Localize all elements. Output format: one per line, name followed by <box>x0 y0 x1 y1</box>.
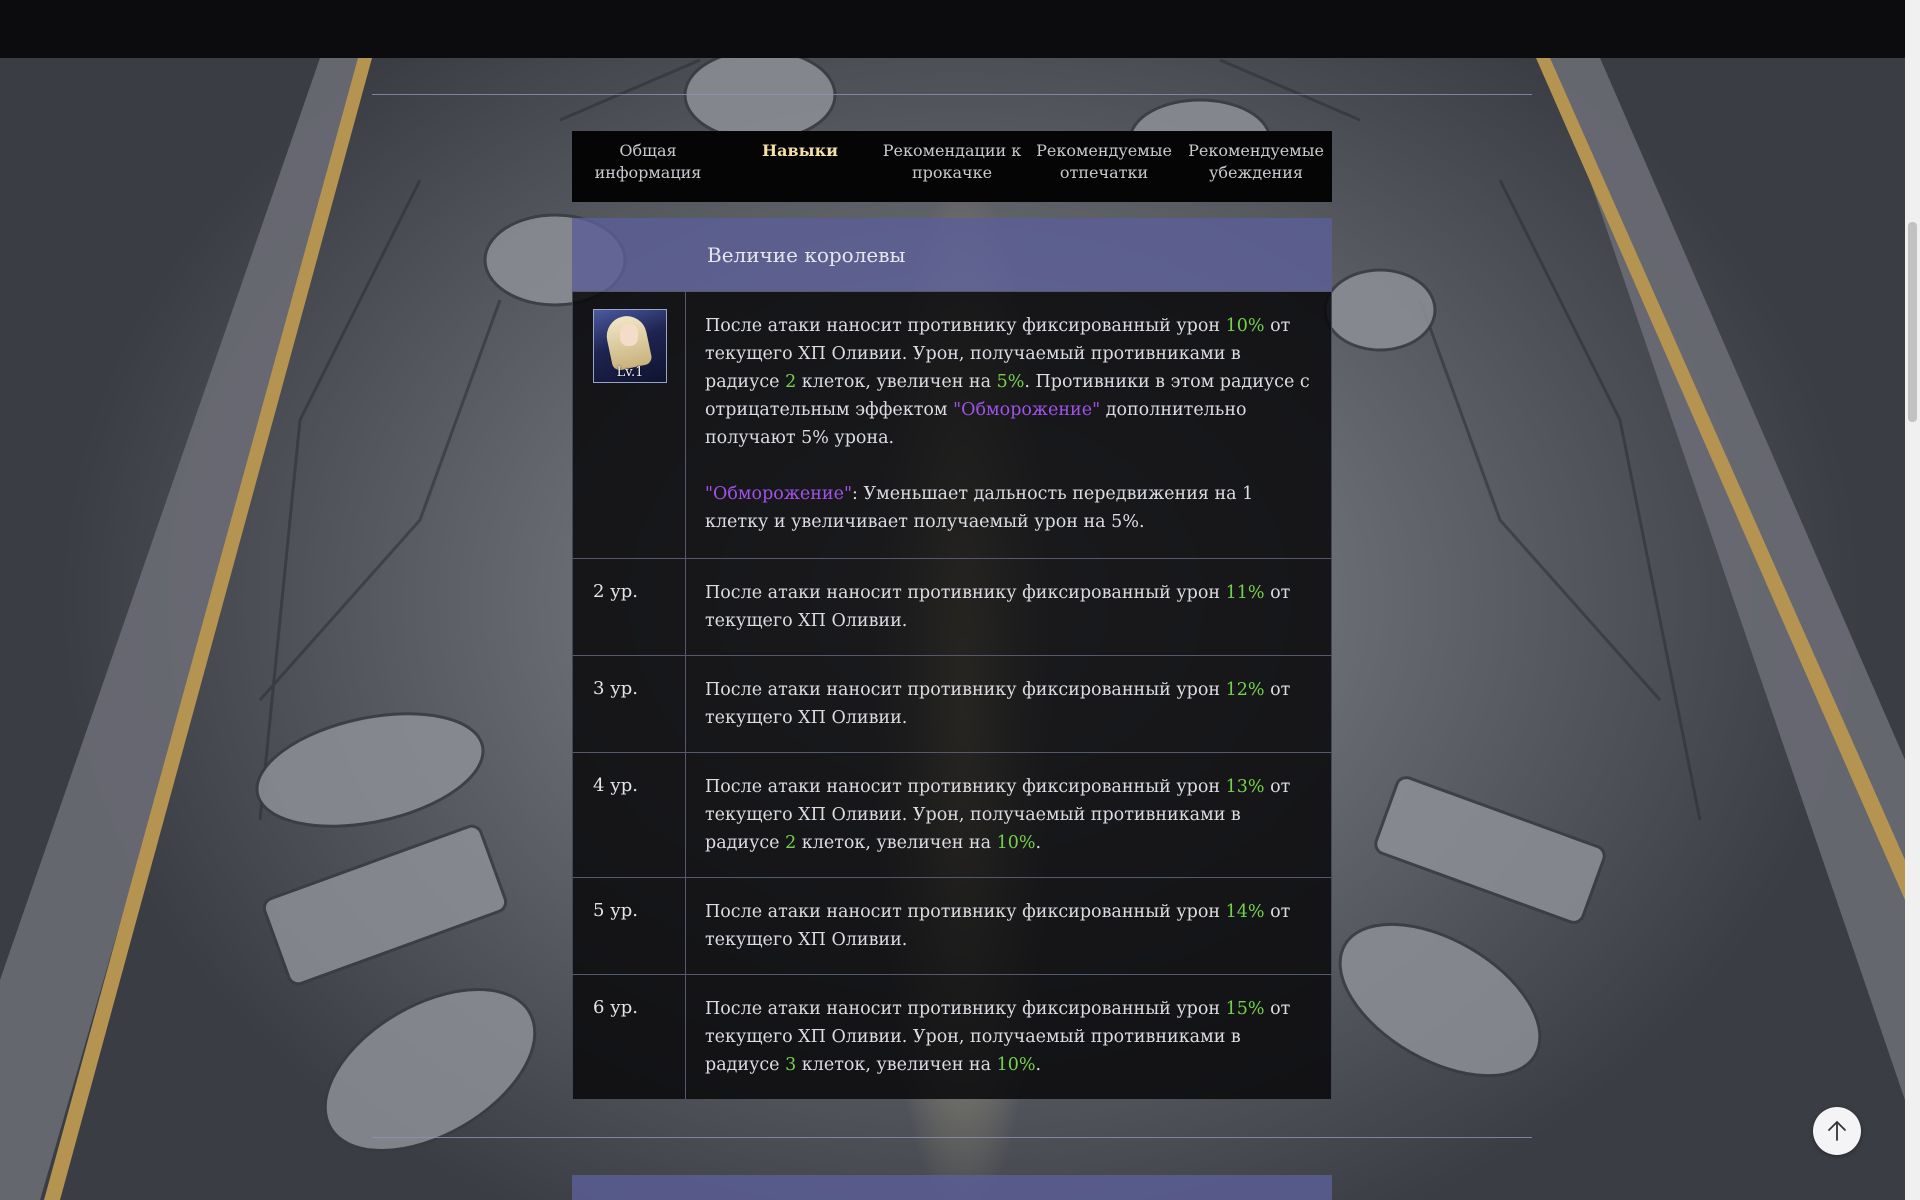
skill-icon-level-label: Lv.1 <box>616 365 644 380</box>
description-text: клеток, увеличен на <box>796 1055 997 1075</box>
skill-level-row: 3 ур. После атаки наносит противнику фикс… <box>572 655 1332 752</box>
skill-level-cell: 2 ур. <box>573 559 686 655</box>
skill-level-description: После атаки наносит противнику фиксирова… <box>686 753 1331 877</box>
scroll-to-top-button[interactable] <box>1813 1107 1861 1155</box>
value-highlight: 2 <box>785 372 797 392</box>
value-highlight: 10% <box>1225 316 1265 336</box>
skill-title: Величие королевы <box>707 242 906 267</box>
description-paragraph: "Обморожение": Уменьшает дальность перед… <box>705 480 1313 536</box>
skill-level-description: После атаки наносит противнику фиксирова… <box>686 975 1331 1099</box>
skill-level-row: 2 ур. После атаки наносит противнику фикс… <box>572 558 1332 655</box>
description-text: После атаки наносит противнику фиксирова… <box>705 316 1226 336</box>
skill-level-label: 3 ур. <box>593 678 639 699</box>
description-text: После атаки наносит противнику фиксирова… <box>705 583 1226 603</box>
description-paragraph: После атаки наносит противнику фиксирова… <box>705 995 1313 1079</box>
value-highlight: 10% <box>996 1055 1036 1075</box>
skill-level-description: После атаки наносит противнику фиксирова… <box>686 292 1331 558</box>
arrow-up-icon <box>1828 1120 1846 1141</box>
tab-upgrade-recommendations[interactable]: Рекомендации к прокачке <box>876 131 1028 202</box>
value-highlight: 13% <box>1225 777 1265 797</box>
description-text: После атаки наносит противнику фиксирова… <box>705 999 1226 1019</box>
skill-level-row: Lv.1 После атаки наносит противнику фикси… <box>572 291 1332 558</box>
tab-general-info[interactable]: Общая информация <box>572 131 724 202</box>
skill-level-label: 2 ур. <box>593 581 639 602</box>
character-tabs: Общая информация Навыки Рекомендации к п… <box>572 131 1332 202</box>
skill-card: Величие королевы Lv.1 После атаки наносит… <box>572 218 1332 1099</box>
olivia-skill-icon: Lv.1 <box>593 309 667 383</box>
skill-level-row: 6 ур. После атаки наносит противнику фикс… <box>572 974 1332 1099</box>
skill-level-label: 6 ур. <box>593 997 639 1018</box>
skill-level-cell: Lv.1 <box>573 292 686 558</box>
next-skill-card-header <box>572 1175 1332 1200</box>
value-highlight: 5% <box>996 372 1025 392</box>
top-navigation-bar <box>0 0 1905 58</box>
value-highlight: 12% <box>1225 680 1265 700</box>
scrollbar-thumb[interactable] <box>1908 222 1917 422</box>
skill-level-label: 5 ур. <box>593 900 639 921</box>
skill-level-description: После атаки наносит противнику фиксирова… <box>686 656 1331 752</box>
description-paragraph: После атаки наносит противнику фиксирова… <box>705 312 1313 452</box>
description-paragraph: После атаки наносит противнику фиксирова… <box>705 676 1313 732</box>
description-text: клеток, увеличен на <box>796 372 997 392</box>
skill-level-cell: 3 ур. <box>573 656 686 752</box>
section-divider <box>372 1137 1532 1138</box>
description-text: клеток, увеличен на <box>796 833 997 853</box>
status-effect-link[interactable]: "Обморожение" <box>953 400 1100 420</box>
description-text: . <box>1035 1055 1042 1075</box>
skill-level-cell: 5 ур. <box>573 878 686 974</box>
skill-level-cell: 4 ур. <box>573 753 686 877</box>
page-scrollbar[interactable] <box>1905 0 1920 1200</box>
description-paragraph: После атаки наносит противнику фиксирова… <box>705 579 1313 635</box>
tab-recommended-beliefs[interactable]: Рекомендуемые убеждения <box>1180 131 1332 202</box>
value-highlight: 2 <box>785 833 797 853</box>
value-highlight: 11% <box>1225 583 1265 603</box>
tab-recommended-imprints[interactable]: Рекомендуемые отпечатки <box>1028 131 1180 202</box>
section-divider <box>372 94 1532 95</box>
value-highlight: 3 <box>785 1055 797 1075</box>
skill-level-description: После атаки наносит противнику фиксирова… <box>686 878 1331 974</box>
skill-header: Величие королевы <box>572 218 1332 291</box>
description-text: После атаки наносит противнику фиксирова… <box>705 680 1226 700</box>
description-text: . <box>1035 833 1042 853</box>
tab-skills[interactable]: Навыки <box>724 131 876 202</box>
description-paragraph: После атаки наносит противнику фиксирова… <box>705 773 1313 857</box>
description-paragraph: После атаки наносит противнику фиксирова… <box>705 898 1313 954</box>
skill-level-row: 4 ур. После атаки наносит противнику фикс… <box>572 752 1332 877</box>
skill-level-description: После атаки наносит противнику фиксирова… <box>686 559 1331 655</box>
value-highlight: 14% <box>1225 902 1265 922</box>
description-text: После атаки наносит противнику фиксирова… <box>705 777 1226 797</box>
skill-level-cell: 6 ур. <box>573 975 686 1099</box>
status-effect-link[interactable]: "Обморожение" <box>705 484 852 504</box>
value-highlight: 15% <box>1225 999 1265 1019</box>
skill-level-row: 5 ур. После атаки наносит противнику фикс… <box>572 877 1332 974</box>
description-text: После атаки наносит противнику фиксирова… <box>705 902 1226 922</box>
value-highlight: 10% <box>996 833 1036 853</box>
skill-levels-table: Lv.1 После атаки наносит противнику фикси… <box>572 291 1332 1099</box>
skill-level-label: 4 ур. <box>593 775 639 796</box>
